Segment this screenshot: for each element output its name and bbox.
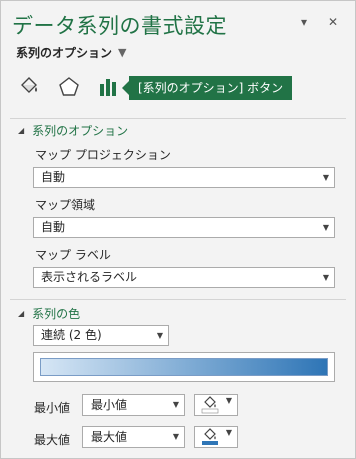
pane-title: データ系列の書式設定 — [12, 14, 227, 38]
chevron-down-icon: ▼ — [322, 223, 329, 232]
map-labels-dropdown[interactable]: 表示されるラベル ▼ — [33, 267, 335, 288]
chevron-down-icon: ▼ — [172, 400, 179, 409]
collapse-triangle-icon: ◢ — [18, 309, 25, 318]
pane-options-icon[interactable]: ▾ — [301, 15, 307, 29]
format-data-series-pane: データ系列の書式設定 ▾ ✕ 系列のオプション ▼ [系列のオプション] ボタン… — [0, 0, 356, 459]
map-labels-label: マップ ラベル — [35, 248, 111, 262]
chevron-down-icon: ▼ — [322, 273, 329, 282]
close-icon[interactable]: ✕ — [328, 15, 338, 29]
map-area-label: マップ領域 — [35, 198, 96, 212]
chevron-down-icon: ▼ — [225, 428, 232, 437]
paint-bucket-icon — [201, 396, 219, 414]
divider — [10, 118, 346, 119]
color-scheme-dropdown[interactable]: 連続 (2 色) ▼ — [33, 325, 169, 346]
pentagon-icon — [59, 77, 79, 96]
map-area-value: 自動 — [41, 220, 66, 234]
gradient-bar — [40, 358, 328, 376]
series-color-section-header[interactable]: ◢ 系列の色 — [18, 305, 80, 322]
divider — [10, 299, 346, 300]
map-projection-value: 自動 — [41, 170, 66, 184]
series-options-menu-label: 系列のオプション — [16, 46, 113, 60]
maximum-value: 最大値 — [91, 430, 128, 444]
chevron-down-icon: ▼ — [118, 46, 127, 59]
chevron-down-icon: ▼ — [322, 173, 329, 182]
minimum-color-button[interactable]: ▼ — [194, 394, 238, 416]
collapse-triangle-icon: ◢ — [18, 126, 25, 135]
map-area-dropdown[interactable]: 自動 ▼ — [33, 217, 335, 238]
minimum-value: 最小値 — [91, 398, 128, 412]
series-options-section-header[interactable]: ◢ 系列のオプション — [18, 122, 128, 139]
maximum-color-button[interactable]: ▼ — [194, 426, 238, 448]
maximum-label: 最大値 — [34, 433, 71, 447]
series-options-section-title: 系列のオプション — [32, 124, 129, 138]
chevron-down-icon: ▼ — [156, 331, 163, 340]
fill-line-tab[interactable] — [16, 74, 42, 100]
bar-chart-icon — [100, 79, 116, 96]
map-projection-label: マップ プロジェクション — [35, 148, 171, 162]
series-color-section-title: 系列の色 — [32, 307, 81, 321]
effects-tab[interactable] — [56, 74, 82, 100]
series-options-tab[interactable] — [95, 74, 121, 100]
maximum-dropdown[interactable]: 最大値 ▼ — [82, 426, 185, 448]
chevron-down-icon: ▼ — [172, 432, 179, 441]
fill-bucket-icon — [21, 77, 37, 93]
paint-bucket-icon — [202, 428, 218, 445]
chevron-down-icon: ▼ — [225, 396, 232, 405]
map-labels-value: 表示されるラベル — [41, 270, 138, 284]
series-options-menu[interactable]: 系列のオプション ▼ — [16, 44, 126, 61]
minimum-label: 最小値 — [34, 401, 71, 415]
tooltip: [系列のオプション] ボタン — [121, 76, 293, 100]
minimum-dropdown[interactable]: 最小値 ▼ — [82, 394, 185, 416]
color-scheme-value: 連続 (2 色) — [41, 328, 102, 342]
gradient-preview — [33, 352, 335, 382]
map-projection-dropdown[interactable]: 自動 ▼ — [33, 167, 335, 188]
